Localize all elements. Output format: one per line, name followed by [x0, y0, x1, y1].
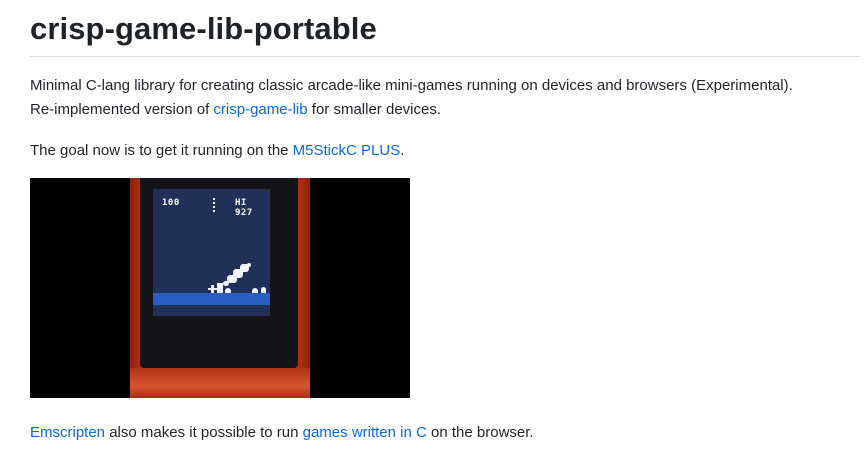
device-bottom-edge: [130, 368, 310, 398]
goal-paragraph: The goal now is to get it running on the…: [30, 139, 404, 163]
game-ground: [153, 293, 270, 305]
m5stickc-plus-link[interactable]: M5StickC PLUS: [293, 142, 401, 159]
game-screen: 100 HI 927: [153, 189, 270, 316]
games-written-in-c-link[interactable]: games written in C: [303, 424, 427, 441]
demo-image: 100 HI 927: [30, 178, 410, 398]
m5stickc-device: 100 HI 927: [130, 178, 310, 398]
intro-line-2-suffix: for smaller devices.: [307, 101, 441, 118]
intro-line-2-prefix: Re-implemented version of: [30, 101, 214, 118]
readme-heading: crisp-game-lib-portable: [30, 6, 860, 57]
goal-suffix: .: [400, 142, 405, 159]
emscripten-link[interactable]: Emscripten: [30, 424, 105, 441]
game-score: 100: [162, 198, 180, 208]
emscripten-paragraph: Emscripten also makes it possible to run…: [30, 421, 534, 445]
game-hi-score: HI 927: [235, 198, 253, 218]
intro-line-1: Minimal C-lang library for creating clas…: [30, 77, 793, 94]
score-divider: [213, 198, 215, 212]
page-title: crisp-game-lib-portable: [30, 11, 377, 46]
player-sprite-arm: [208, 288, 217, 290]
emscripten-middle-text: also makes it possible to run: [105, 424, 303, 441]
splash-sprite: [223, 263, 253, 287]
readme-page: crisp-game-lib-portable Minimal C-lang l…: [0, 0, 866, 453]
goal-prefix: The goal now is to get it running on the: [30, 142, 293, 159]
intro-paragraph: Minimal C-lang library for creating clas…: [30, 74, 793, 122]
player-sprite-body: [217, 283, 223, 293]
crisp-game-lib-link[interactable]: crisp-game-lib: [213, 101, 307, 118]
emscripten-suffix-text: on the browser.: [426, 424, 534, 441]
